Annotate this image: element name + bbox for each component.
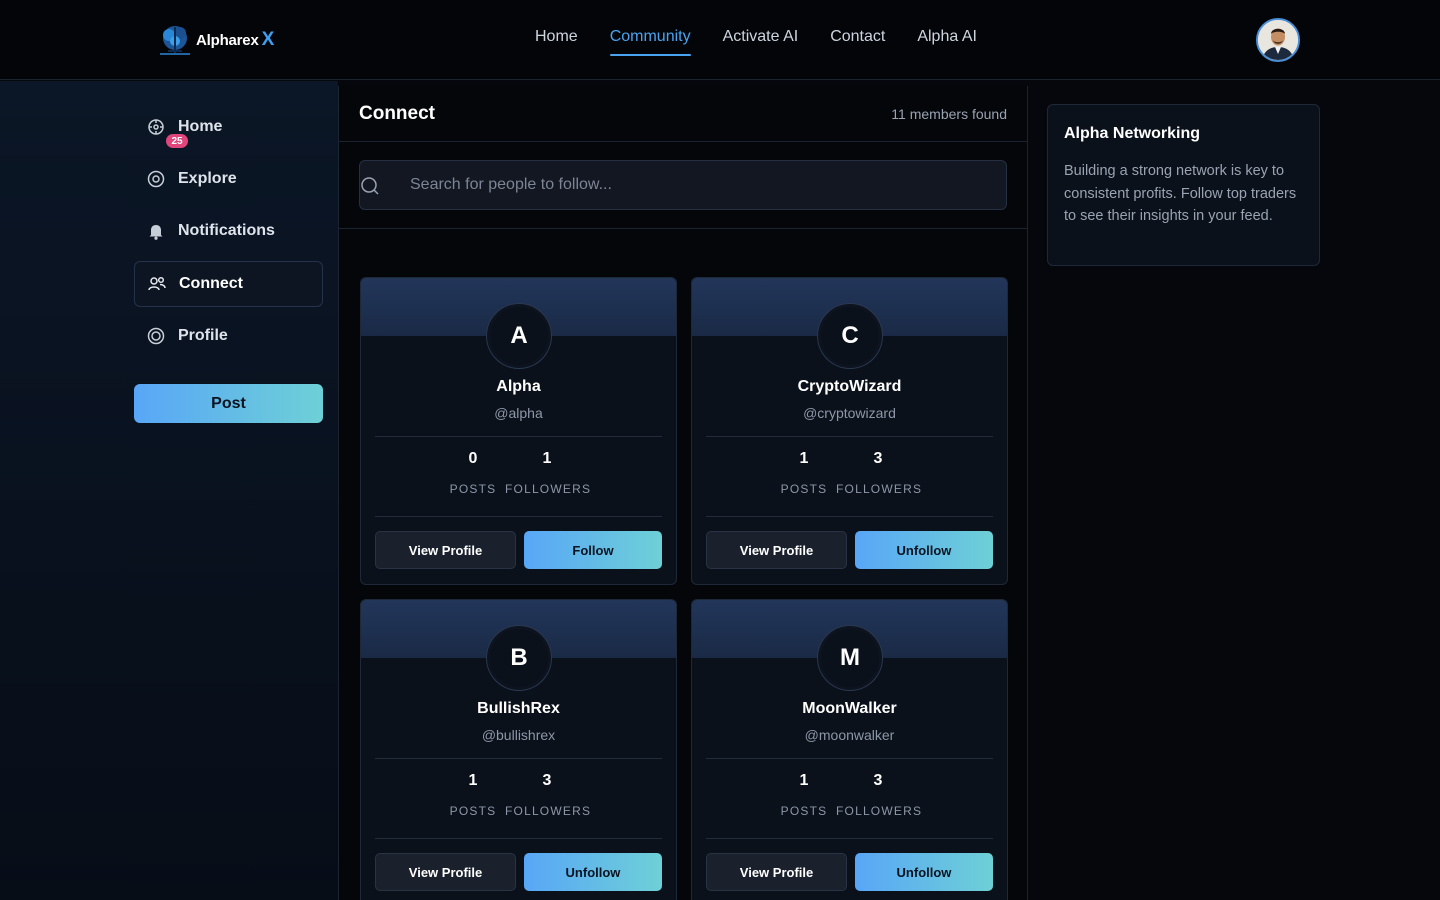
followers-count: 1 <box>542 450 552 467</box>
posts-count: 1 <box>799 450 809 467</box>
posts-label: POSTS <box>449 804 497 818</box>
followers-count: 3 <box>873 772 883 789</box>
connect-panel: Connect 11 members found A Alpha @alpha … <box>338 86 1028 900</box>
card-divider <box>375 516 662 517</box>
member-handle: @bullishrex <box>481 727 556 743</box>
card-divider <box>375 758 662 759</box>
brand-logo[interactable]: Alpharex X <box>156 20 274 60</box>
member-name[interactable]: MoonWalker <box>692 700 1007 718</box>
followers-label: FOLLOWERS <box>505 804 592 818</box>
search-box[interactable] <box>359 160 1007 210</box>
brand-name: Alpharex <box>196 31 259 49</box>
member-handle: @cryptowizard <box>803 405 896 421</box>
member-avatar[interactable]: C <box>818 304 882 368</box>
view-profile-button[interactable]: View Profile <box>375 531 516 569</box>
member-avatar[interactable]: M <box>818 626 882 690</box>
sidebar-label-home: Home <box>178 118 223 135</box>
brand-x: X <box>261 29 275 50</box>
search-section <box>339 143 1027 229</box>
member-avatar[interactable]: A <box>487 304 551 368</box>
followers-stat: 1 FOLLOWERS <box>505 450 592 496</box>
view-profile-button[interactable]: View Profile <box>375 853 516 891</box>
view-profile-button[interactable]: View Profile <box>706 853 847 891</box>
users-icon <box>147 274 167 294</box>
top-navbar: Alpharex X Home Community Activate AI Con… <box>0 0 1440 80</box>
member-name[interactable]: BullishRex <box>361 700 676 718</box>
member-card: B BullishRex @bullishrex 1 POSTS 3 FOLLO… <box>360 599 677 900</box>
nav-community[interactable]: Community <box>609 28 691 56</box>
sidebar-label-explore: Explore <box>178 170 237 187</box>
card-divider <box>706 516 993 517</box>
profile-icon <box>146 326 166 346</box>
sidebar-item-notifications[interactable]: Notifications <box>134 208 323 254</box>
posts-label: POSTS <box>780 482 828 496</box>
followers-stat: 3 FOLLOWERS <box>836 450 923 496</box>
followers-count: 3 <box>873 450 883 467</box>
followers-stat: 3 FOLLOWERS <box>836 772 923 818</box>
sidebar-item-profile[interactable]: Profile <box>134 313 323 359</box>
nav-activate-ai[interactable]: Activate AI <box>723 28 799 56</box>
member-card: M MoonWalker @moonwalker 1 POSTS 3 FOLLO… <box>691 599 1008 900</box>
home-icon <box>146 117 166 137</box>
sidebar-item-connect[interactable]: Connect <box>134 261 323 307</box>
followers-label: FOLLOWERS <box>836 482 923 496</box>
search-icon <box>361 177 379 195</box>
followers-label: FOLLOWERS <box>836 804 923 818</box>
posts-stat: 1 POSTS <box>777 772 831 818</box>
member-name[interactable]: CryptoWizard <box>692 378 1007 396</box>
posts-count: 1 <box>468 772 478 789</box>
member-card: C CryptoWizard @cryptowizard 1 POSTS 3 F… <box>691 277 1008 585</box>
page-title: Connect <box>359 103 435 124</box>
followers-count: 3 <box>542 772 552 789</box>
card-divider <box>706 758 993 759</box>
sidebar-label-connect: Connect <box>179 275 243 292</box>
search-input[interactable] <box>410 161 990 209</box>
follow-button[interactable]: Follow <box>524 531 662 569</box>
members-count: 11 members found <box>891 106 1007 122</box>
user-avatar[interactable] <box>1256 18 1300 62</box>
compass-icon <box>146 169 166 189</box>
posts-label: POSTS <box>449 482 497 496</box>
posts-label: POSTS <box>780 804 828 818</box>
post-button[interactable]: Post <box>134 384 323 423</box>
bell-icon <box>146 221 166 241</box>
notification-count-badge: 25 <box>166 134 188 148</box>
nav-contact[interactable]: Contact <box>830 28 885 56</box>
info-text: Building a strong network is key to cons… <box>1064 163 1297 224</box>
logo-tree-icon <box>160 26 190 55</box>
unfollow-button[interactable]: Unfollow <box>524 853 662 891</box>
posts-count: 1 <box>799 772 809 789</box>
nav-alpha-ai[interactable]: Alpha AI <box>917 28 977 56</box>
member-handle: @moonwalker <box>804 727 895 743</box>
sidebar-item-explore[interactable]: Explore <box>134 156 323 202</box>
unfollow-button[interactable]: Unfollow <box>855 531 993 569</box>
view-profile-button[interactable]: View Profile <box>706 531 847 569</box>
networking-info-card: Alpha Networking Building a strong netwo… <box>1047 104 1320 266</box>
sidebar-item-home[interactable]: Home <box>134 104 323 150</box>
sidebar-label-profile: Profile <box>178 327 228 344</box>
main-nav: Home Community Activate AI Contact Alpha… <box>535 28 977 56</box>
posts-stat: 0 POSTS <box>446 450 500 496</box>
sidebar-label-notifications: Notifications <box>178 222 275 239</box>
nav-home[interactable]: Home <box>535 28 578 56</box>
posts-stat: 1 POSTS <box>777 450 831 496</box>
posts-count: 0 <box>468 450 478 467</box>
card-divider <box>375 838 662 839</box>
member-avatar[interactable]: B <box>487 626 551 690</box>
member-card: A Alpha @alpha 0 POSTS 1 FOLLOWERS View … <box>360 277 677 585</box>
member-handle: @alpha <box>494 405 543 421</box>
left-sidebar <box>0 81 338 900</box>
card-divider <box>706 436 993 437</box>
unfollow-button[interactable]: Unfollow <box>855 853 993 891</box>
member-name[interactable]: Alpha <box>361 378 676 396</box>
info-title: Alpha Networking <box>1064 125 1201 142</box>
card-divider <box>375 436 662 437</box>
card-divider <box>706 838 993 839</box>
followers-label: FOLLOWERS <box>505 482 592 496</box>
posts-stat: 1 POSTS <box>446 772 500 818</box>
followers-stat: 3 FOLLOWERS <box>505 772 592 818</box>
connect-header: Connect 11 members found <box>339 86 1027 142</box>
user-avatar-icon <box>1258 20 1298 60</box>
